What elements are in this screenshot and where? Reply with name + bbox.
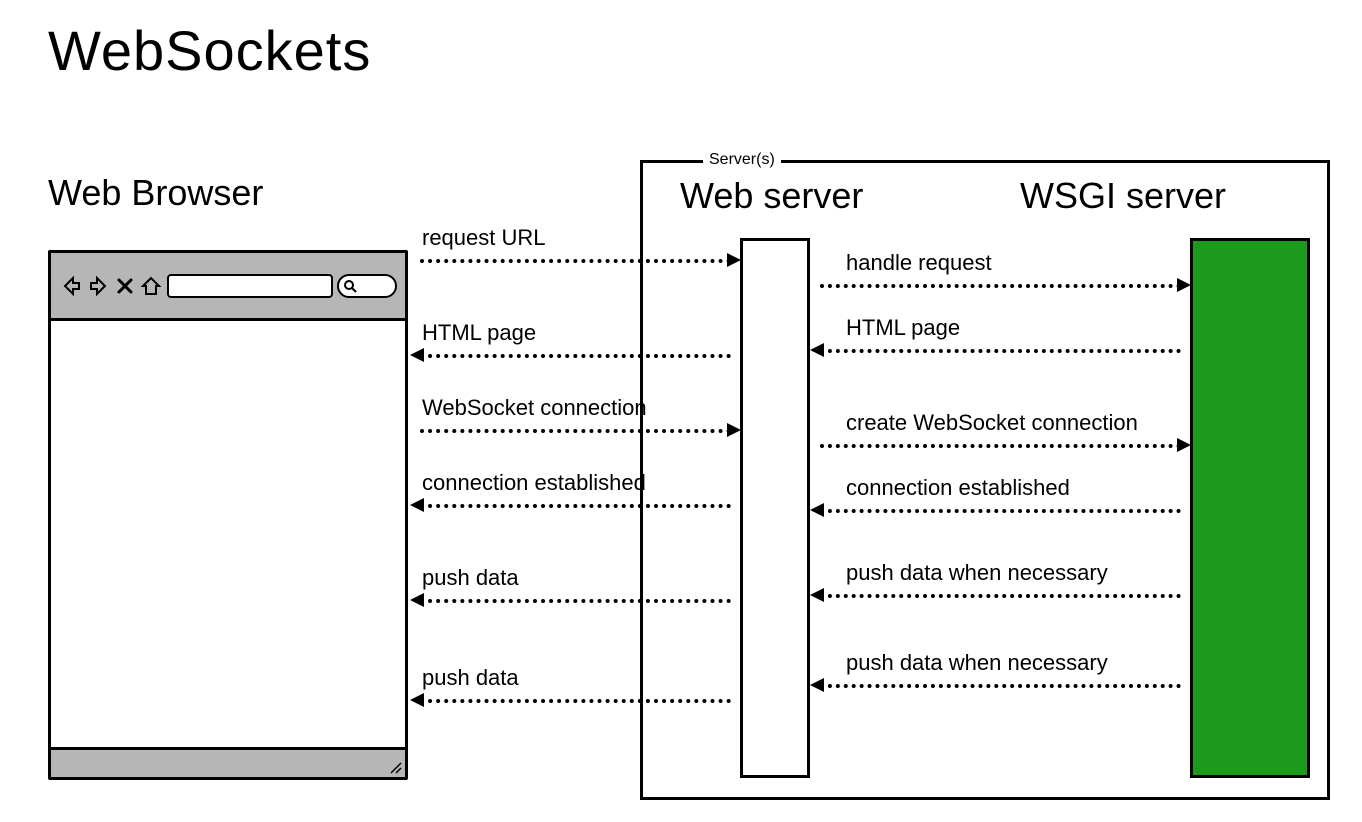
arrow-label: connection established [808,475,1193,501]
url-input [167,274,333,298]
browser-statusbar [51,747,405,777]
browser-toolbar [51,253,405,321]
forward-arrow-icon [87,274,111,298]
arrow-request-url: request URL [408,225,743,267]
web-server-box [740,238,810,778]
arrow-label: push data [408,665,743,691]
arrow-label: connection established [408,470,743,496]
arrow-handle-request: handle request [808,250,1193,292]
web-browser-label: Web Browser [48,172,263,214]
arrow-create-websocket: create WebSocket connection [808,410,1193,452]
arrow-push-data-necessary-1: push data when necessary [808,560,1193,602]
arrow-label: handle request [808,250,1193,276]
back-arrow-icon [59,274,83,298]
arrow-label: WebSocket connection [408,395,743,421]
arrow-connection-established-left: connection established [408,470,743,512]
arrow-label: push data when necessary [808,650,1193,676]
arrow-label: request URL [408,225,743,251]
search-icon [343,279,357,293]
arrow-connection-established-right: connection established [808,475,1193,517]
resize-handle-icon [389,761,403,775]
wsgi-server-label: WSGI server [1020,175,1226,217]
arrow-push-data-2: push data [408,665,743,707]
arrow-label: push data [408,565,743,591]
arrow-websocket-connection: WebSocket connection [408,395,743,437]
home-icon [139,274,163,298]
arrow-html-page-right: HTML page [808,315,1193,357]
arrow-push-data-necessary-2: push data when necessary [808,650,1193,692]
arrow-label: push data when necessary [808,560,1193,586]
wsgi-server-box [1190,238,1310,778]
arrow-label: HTML page [408,320,743,346]
arrow-label: create WebSocket connection [808,410,1193,436]
arrow-push-data-1: push data [408,565,743,607]
arrow-label: HTML page [808,315,1193,341]
stop-icon [115,276,135,296]
servers-legend: Server(s) [703,151,781,169]
arrow-html-page-left: HTML page [408,320,743,362]
web-server-label: Web server [680,175,863,217]
search-input [337,274,397,298]
page-title: WebSockets [48,18,371,83]
browser-window [48,250,408,780]
